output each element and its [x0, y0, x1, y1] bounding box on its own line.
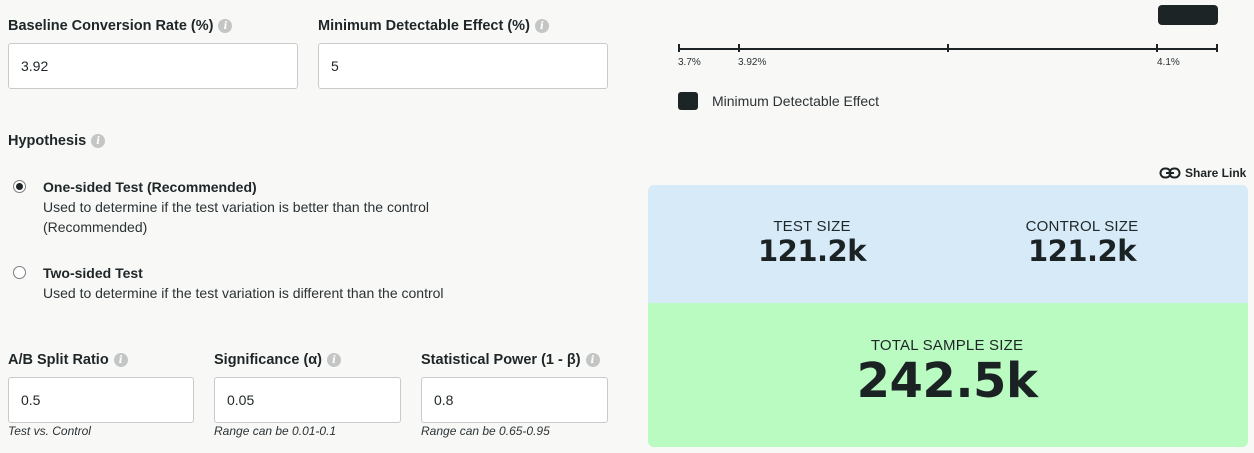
range-marker-swatch: [1158, 5, 1218, 25]
range-tick-label: 3.92%: [738, 57, 767, 68]
hypothesis-label: Hypothesis i: [8, 133, 106, 149]
split-ratio-input[interactable]: 0.5: [8, 377, 194, 423]
split-ratio-label: A/B Split Ratio i: [8, 352, 128, 368]
info-icon[interactable]: i: [534, 19, 549, 33]
significance-label: Significance (α) i: [214, 352, 342, 368]
power-input[interactable]: 0.8: [421, 377, 608, 423]
one-sided-desc: Used to determine if the test variation …: [43, 199, 429, 215]
info-icon[interactable]: i: [327, 353, 342, 367]
range-tick-label: 4.1%: [1157, 57, 1180, 68]
legend-swatch: [678, 92, 698, 110]
two-sided-title[interactable]: Two-sided Test: [43, 265, 143, 281]
baseline-label: Baseline Conversion Rate (%) i: [8, 18, 233, 34]
two-sided-radio[interactable]: [13, 266, 26, 279]
one-sided-title[interactable]: One-sided Test (Recommended): [43, 179, 257, 195]
info-icon[interactable]: i: [113, 353, 128, 367]
info-icon[interactable]: i: [91, 134, 106, 148]
share-link-button[interactable]: Share Link: [1159, 165, 1246, 181]
split-ratio-hint: Test vs. Control: [8, 424, 91, 438]
one-sided-desc-recommended: (Recommended): [43, 219, 148, 235]
one-sided-radio[interactable]: [13, 180, 26, 193]
significance-hint: Range can be 0.01-0.1: [214, 424, 337, 438]
range-tick: [678, 44, 680, 52]
baseline-input[interactable]: 3.92: [8, 43, 298, 89]
mde-label: Minimum Detectable Effect (%) i: [318, 18, 549, 34]
total-sample-size-value: 242.5k: [856, 353, 1038, 409]
range-tick-label: 3.7%: [678, 57, 701, 68]
total-sample-size-label: TOTAL SAMPLE SIZE: [870, 337, 1024, 354]
two-sided-desc: Used to determine if the test variation …: [43, 285, 444, 301]
power-hint: Range can be 0.65-0.95: [421, 424, 550, 438]
range-tick: [1216, 44, 1218, 52]
legend-label: Minimum Detectable Effect: [712, 93, 880, 109]
power-label: Statistical Power (1 - β) i: [421, 352, 600, 368]
share-link-label: Share Link: [1185, 166, 1247, 180]
link-icon: [1159, 167, 1181, 179]
test-size-value: 121.2k: [757, 234, 867, 268]
mde-input[interactable]: 5: [318, 43, 608, 89]
control-size-value: 121.2k: [1027, 234, 1137, 268]
info-icon[interactable]: i: [585, 353, 600, 367]
range-tick: [1156, 44, 1158, 52]
range-tick: [947, 44, 949, 52]
info-icon[interactable]: i: [218, 19, 233, 33]
test-size-label: TEST SIZE: [773, 218, 851, 235]
significance-input[interactable]: 0.05: [214, 377, 401, 423]
range-tick: [738, 44, 740, 52]
control-size-label: CONTROL SIZE: [1025, 218, 1139, 235]
